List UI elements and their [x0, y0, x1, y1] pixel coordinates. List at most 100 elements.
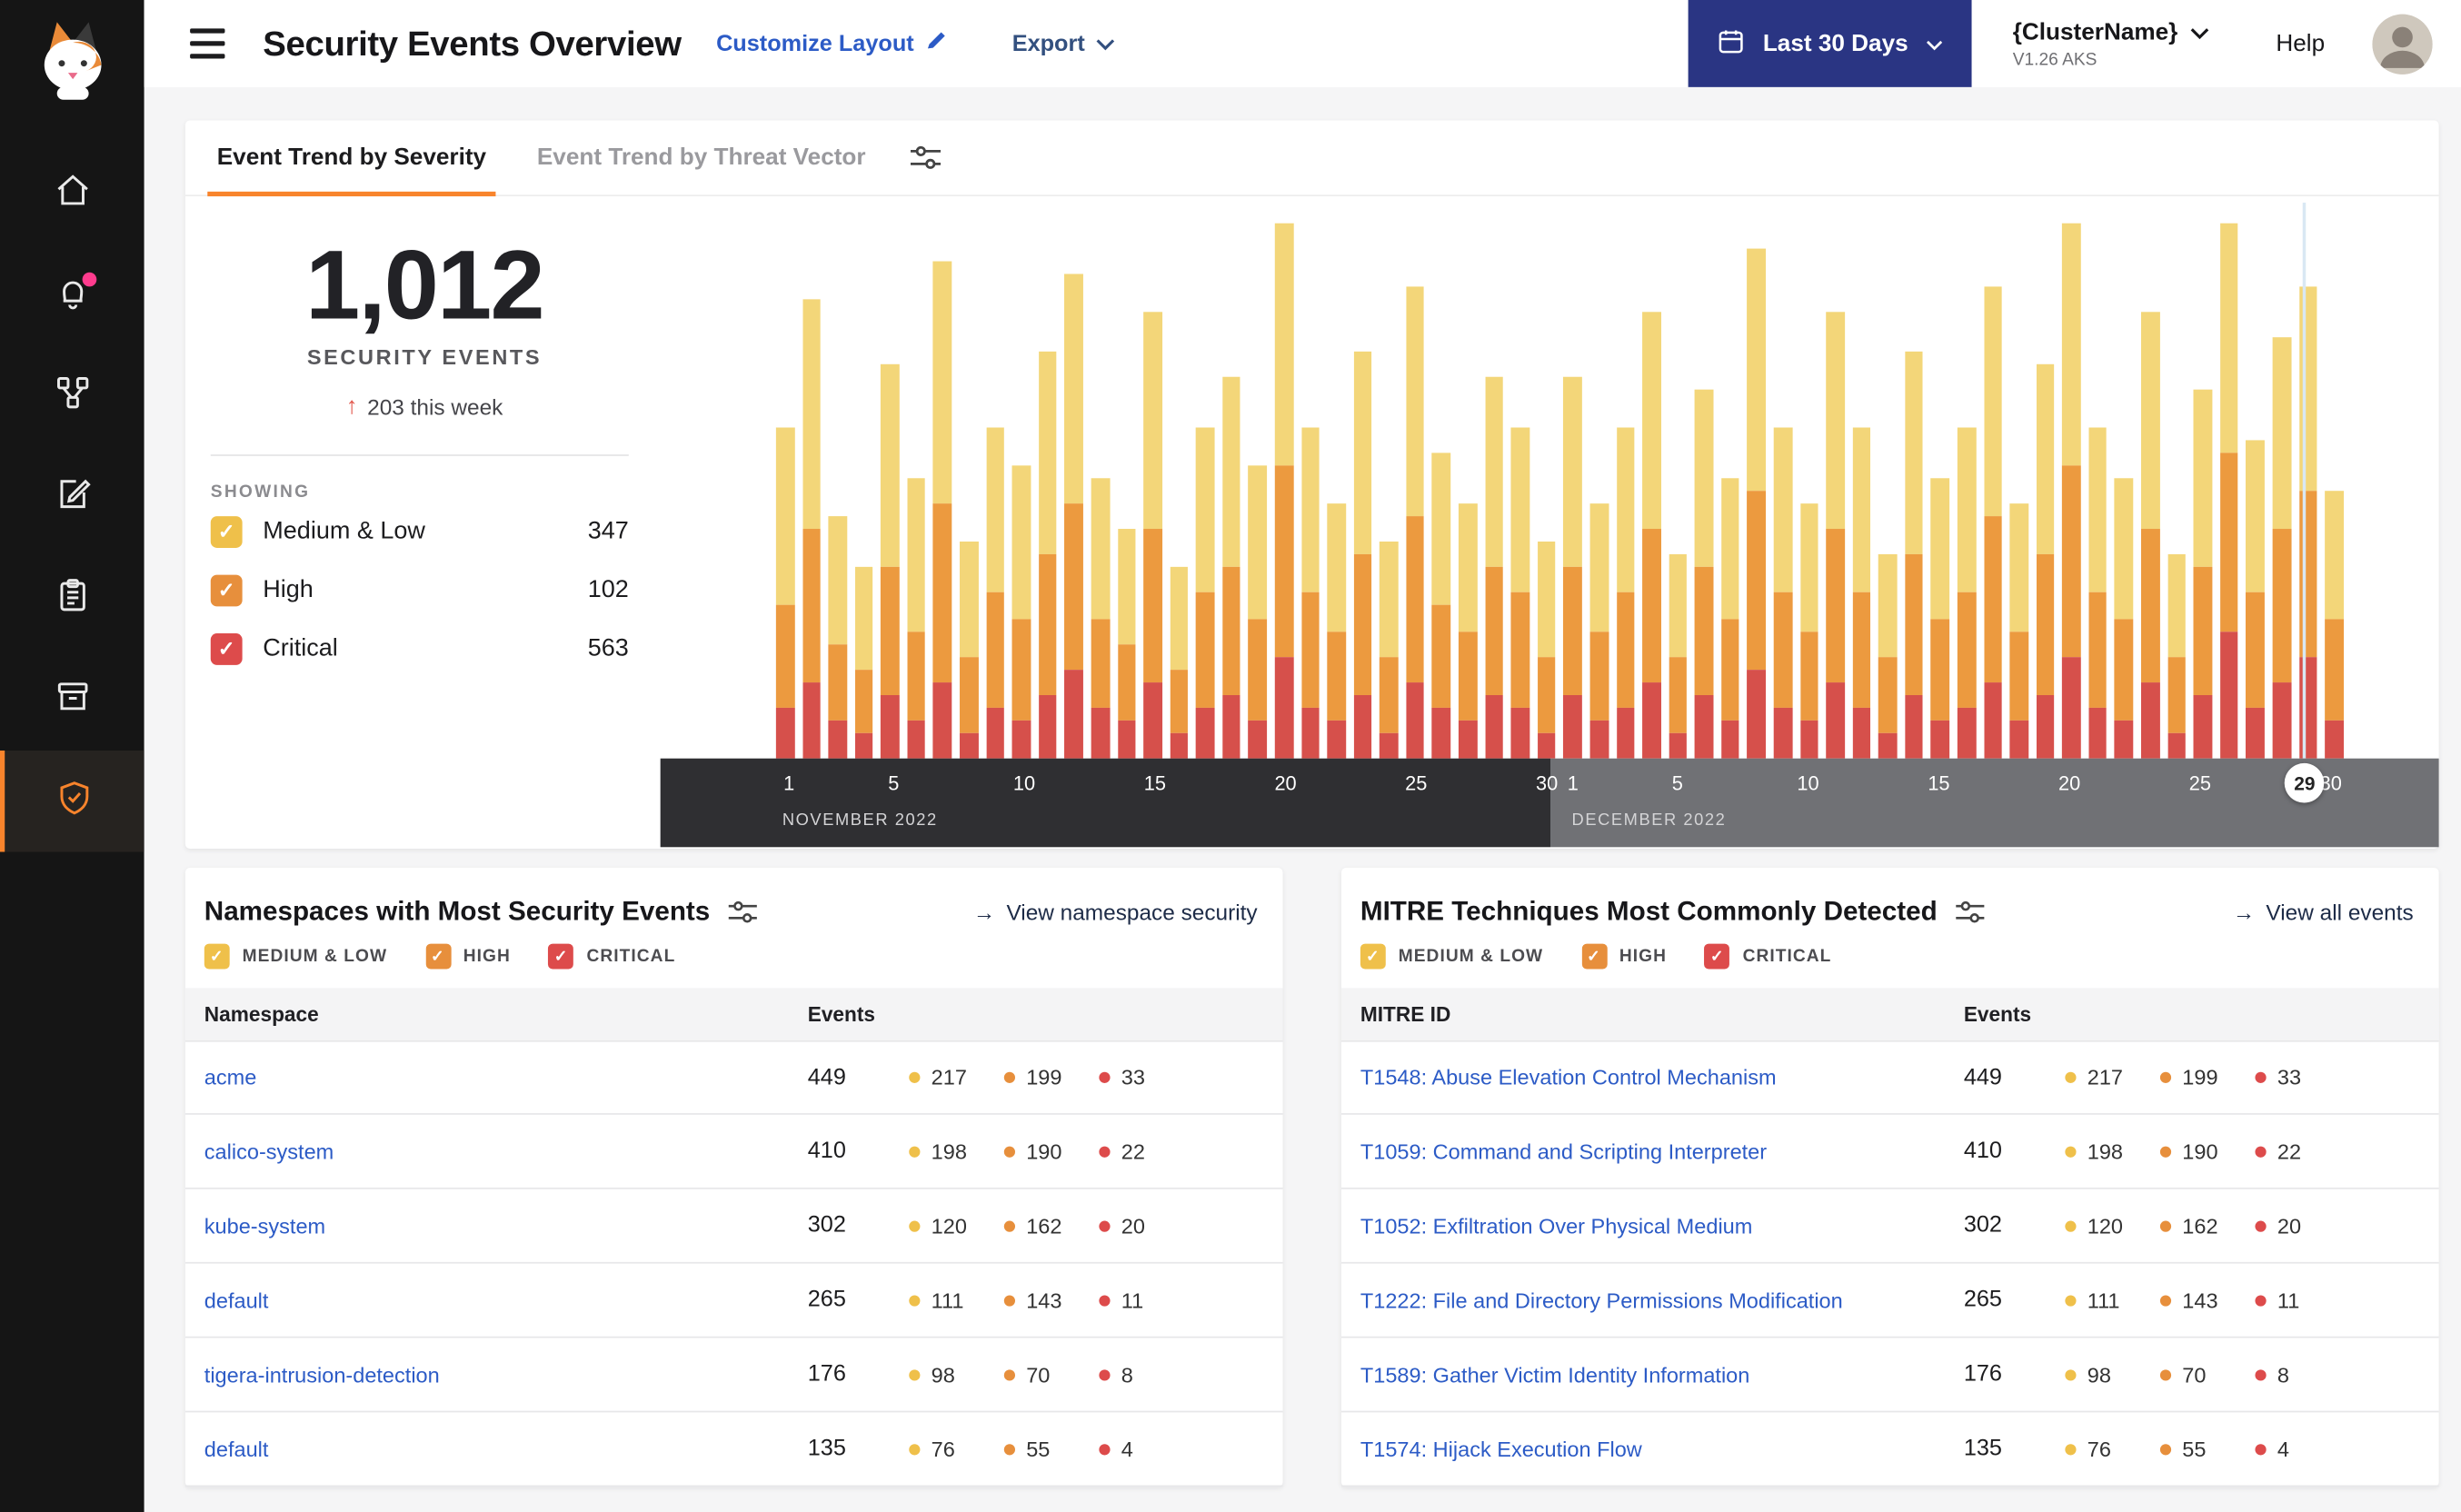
sidebar-item-alerts[interactable]	[0, 244, 144, 345]
chart-bar-day[interactable]	[1589, 503, 1609, 759]
chart-bar-day[interactable]	[1274, 223, 1293, 759]
chart-bar-day[interactable]	[933, 261, 952, 759]
chart-bar-day[interactable]	[1221, 376, 1241, 759]
chart-bar-day[interactable]	[1694, 389, 1714, 759]
user-avatar[interactable]	[2372, 13, 2433, 75]
chart-bar-day[interactable]	[1406, 286, 1425, 759]
help-link[interactable]: Help	[2276, 30, 2325, 57]
chart-bar-day[interactable]	[1353, 351, 1372, 759]
card-filter-medium[interactable]: ✓ MEDIUM & LOW	[204, 943, 387, 970]
chart-bar-day[interactable]	[1799, 503, 1818, 759]
checkbox-high[interactable]: ✓	[1581, 943, 1607, 970]
chart-bar-day[interactable]	[907, 478, 926, 759]
chart-bar-day[interactable]	[2272, 337, 2291, 759]
card-filter-high[interactable]: ✓ HIGH	[424, 943, 511, 970]
calico-cat-logo[interactable]	[27, 13, 116, 108]
export-button[interactable]: Export	[1012, 31, 1115, 56]
customize-layout-link[interactable]: Customize Layout	[716, 28, 949, 58]
chart-bar-day[interactable]	[1432, 453, 1451, 759]
chart-bar-day[interactable]	[2062, 223, 2081, 759]
sidebar-item-security-events[interactable]	[0, 750, 144, 852]
tab-event-trend-by-threat-vector[interactable]: Event Trend by Threat Vector	[512, 120, 891, 196]
chart-bar-day[interactable]	[1484, 376, 1504, 759]
chart-bar-day[interactable]	[1616, 427, 1635, 759]
chart-bar-day[interactable]	[2009, 503, 2028, 759]
chart-bar-day[interactable]	[1064, 274, 1083, 759]
chart-bar-day[interactable]	[1905, 351, 1924, 759]
sidebar-item-workloads[interactable]	[0, 649, 144, 751]
card-filter-critical[interactable]: ✓ CRITICAL	[548, 943, 676, 970]
chart-bar-day[interactable]	[2193, 389, 2213, 759]
namespace-link[interactable]: default	[204, 1288, 808, 1312]
namespace-link[interactable]: kube-system	[204, 1214, 808, 1238]
chart-bar-day[interactable]	[1248, 465, 1268, 759]
chart-bar-day[interactable]	[775, 427, 795, 759]
chart-bar-day[interactable]	[1458, 503, 1478, 759]
view-namespace-security-link[interactable]: → View namespace security	[973, 900, 1258, 925]
namespace-link[interactable]: tigera-intrusion-detection	[204, 1363, 808, 1387]
chart-bar-day[interactable]	[2246, 440, 2265, 759]
chart-bar-day[interactable]	[1957, 427, 1977, 759]
severity-filter-high[interactable]: ✓ High 102	[210, 561, 629, 619]
chart-bar-day[interactable]	[1878, 554, 1898, 759]
chart-bar-day[interactable]	[854, 567, 873, 759]
card-filter-medium[interactable]: ✓ MEDIUM & LOW	[1360, 943, 1543, 970]
chart-bar-day[interactable]	[1300, 427, 1320, 759]
sidebar-item-home[interactable]	[0, 143, 144, 244]
cluster-selector[interactable]: {ClusterName} V1.26 AKS	[2013, 18, 2209, 69]
chart-bar-day[interactable]	[1930, 478, 1950, 759]
view-all-events-link[interactable]: → View all events	[2233, 900, 2414, 925]
chart-settings-icon[interactable]	[910, 144, 941, 172]
sidebar-item-reports[interactable]	[0, 548, 144, 650]
chart-bar-day[interactable]	[2141, 312, 2160, 759]
chart-bar-day[interactable]	[1563, 376, 1582, 759]
checkbox-medium[interactable]: ✓	[204, 943, 230, 970]
severity-filter-critical[interactable]: ✓ Critical 563	[210, 620, 629, 678]
chart-bar-day[interactable]	[2219, 223, 2238, 759]
chart-bar-day[interactable]	[1143, 312, 1162, 759]
chart-bar-day[interactable]	[1091, 478, 1110, 759]
chart-bar-day[interactable]	[1196, 427, 1215, 759]
sidebar-item-service-graph[interactable]	[0, 345, 144, 447]
chart-bar-day[interactable]	[1038, 351, 1057, 759]
chart-bar-day[interactable]	[2088, 427, 2107, 759]
chart-bar-day[interactable]	[1011, 465, 1031, 759]
checkbox-high[interactable]: ✓	[210, 573, 243, 606]
sidebar-item-compliance[interactable]	[0, 446, 144, 548]
namespaces-settings-icon[interactable]	[729, 900, 758, 925]
namespace-link[interactable]: calico-system	[204, 1139, 808, 1163]
checkbox-critical[interactable]: ✓	[548, 943, 574, 970]
chart-bar-day[interactable]	[1170, 567, 1189, 759]
date-range-button[interactable]: Last 30 Days	[1688, 0, 1972, 87]
chart-bar-day[interactable]	[1669, 554, 1688, 759]
chart-bar-day[interactable]	[1720, 478, 1740, 759]
chart-bar-day[interactable]	[960, 542, 979, 759]
chart-bar-day[interactable]	[2325, 491, 2344, 759]
mitre-id-link[interactable]: T1574: Hijack Execution Flow	[1360, 1437, 1964, 1460]
checkbox-critical[interactable]: ✓	[210, 632, 243, 665]
chart-bar-day[interactable]	[2298, 286, 2317, 759]
checkbox-medium[interactable]: ✓	[1360, 943, 1386, 970]
chart-bar-day[interactable]	[985, 427, 1005, 759]
chart-bar-day[interactable]	[2115, 478, 2134, 759]
namespace-link[interactable]: acme	[204, 1066, 808, 1089]
chart-bar-day[interactable]	[2036, 363, 2055, 759]
mitre-id-link[interactable]: T1548: Abuse Elevation Control Mechanism	[1360, 1066, 1964, 1089]
chart-bar-day[interactable]	[2167, 554, 2187, 759]
chart-bar-day[interactable]	[828, 516, 847, 759]
checkbox-high[interactable]: ✓	[424, 943, 451, 970]
hamburger-menu-button[interactable]	[190, 28, 225, 59]
severity-filter-medium[interactable]: ✓ Medium & Low 347	[210, 502, 629, 561]
mitre-id-link[interactable]: T1589: Gather Victim Identity Informatio…	[1360, 1363, 1964, 1387]
selected-day-marker[interactable]: 29	[2285, 762, 2325, 803]
chart-bar-day[interactable]	[1747, 248, 1766, 759]
namespace-link[interactable]: default	[204, 1437, 808, 1460]
checkbox-critical[interactable]: ✓	[1704, 943, 1730, 970]
card-filter-critical[interactable]: ✓ CRITICAL	[1704, 943, 1832, 970]
chart-bar-day[interactable]	[1537, 542, 1556, 759]
mitre-settings-icon[interactable]	[1956, 900, 1985, 925]
tab-event-trend-by-severity[interactable]: Event Trend by Severity	[192, 120, 512, 196]
chart-bar-day[interactable]	[1510, 427, 1529, 759]
chart-bar-day[interactable]	[1983, 286, 2002, 759]
checkbox-medium[interactable]: ✓	[210, 515, 243, 548]
